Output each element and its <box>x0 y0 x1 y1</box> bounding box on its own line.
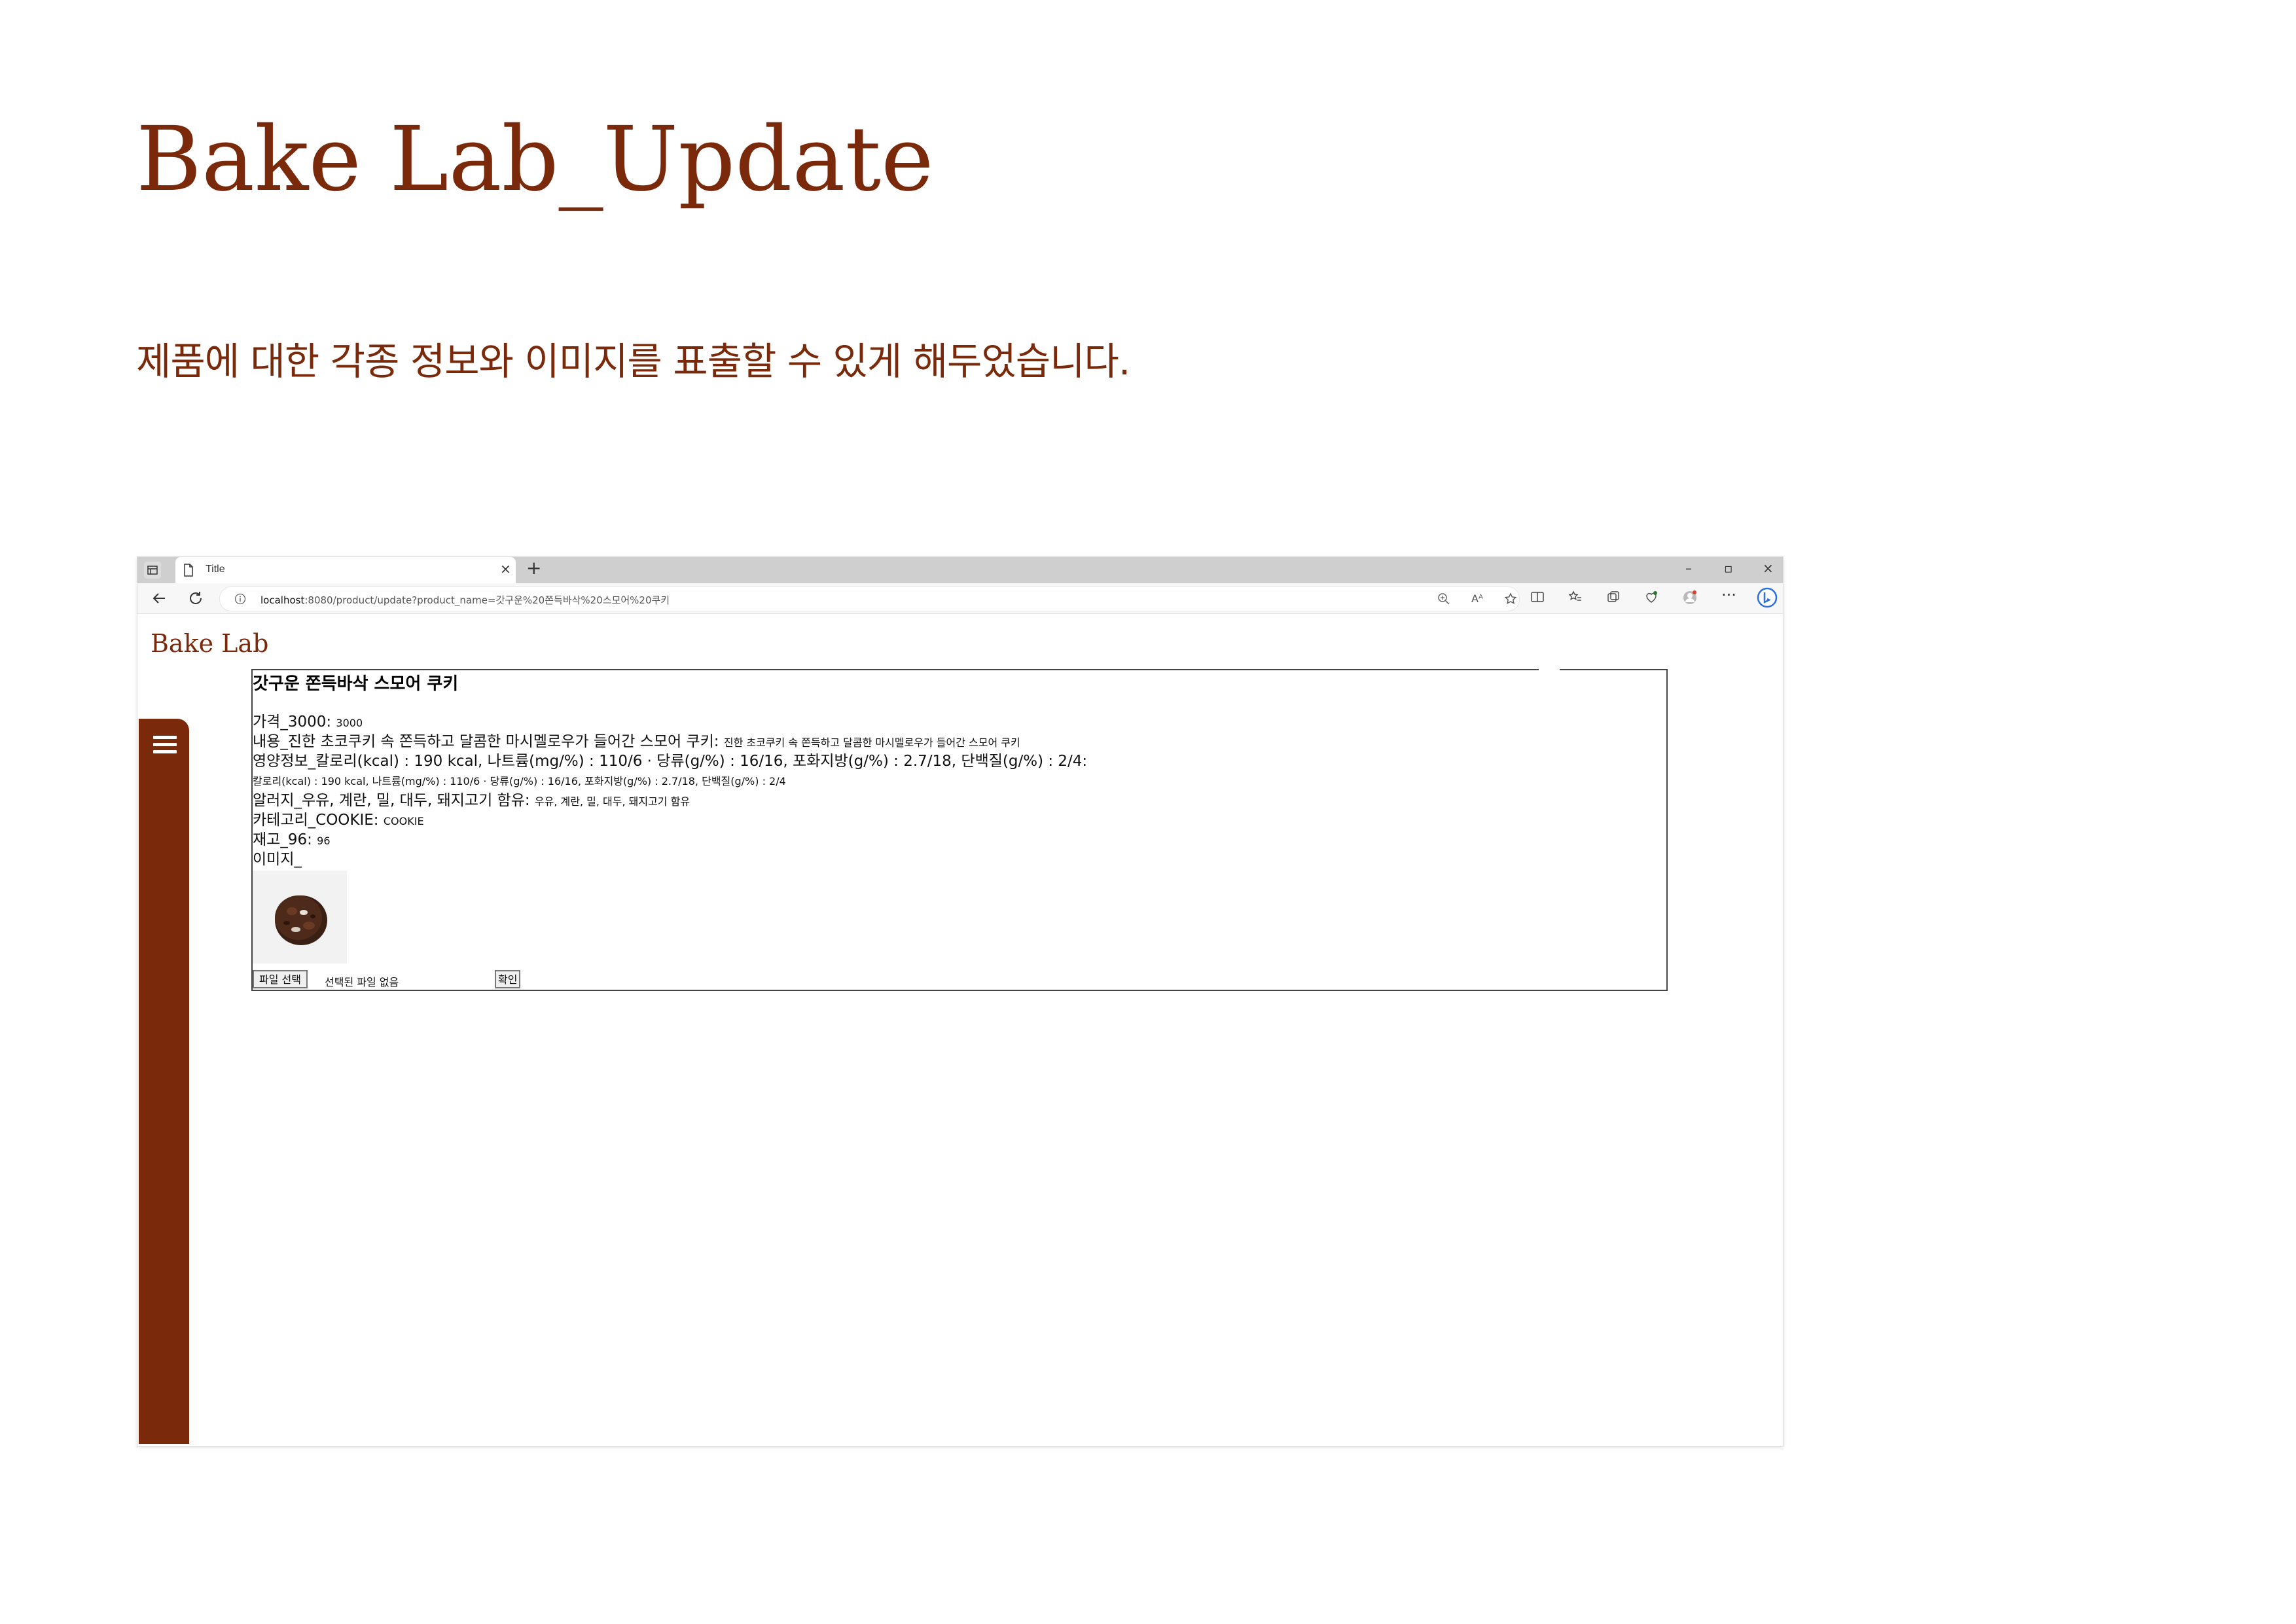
url-text: localhost:8080/product/update?product_na… <box>260 593 670 607</box>
product-update-form: 갓구운 쫀득바삭 스모어 쿠키 가격_3000: 3000 내용_진한 초코쿠키… <box>251 668 1668 991</box>
web-page: Bake Lab 갓구운 쫀득바삭 스모어 쿠키 가격_3000: 3000 내… <box>137 614 1783 1446</box>
tab-title: Title <box>206 564 225 575</box>
image-label: 이미지_ <box>253 851 302 868</box>
new-tab-icon[interactable]: + <box>526 559 541 577</box>
collections-icon[interactable] <box>1606 590 1621 604</box>
zoom-icon[interactable] <box>1437 592 1450 605</box>
confirm-button[interactable]: 확인 <box>495 970 521 988</box>
tab-actions-button[interactable] <box>144 562 161 579</box>
nutrition-label: 영양정보_칼로리(kcal) : 190 kcal, 나트륨(mg/%) : 1… <box>253 753 1088 770</box>
browser-tab[interactable]: Title × <box>175 557 516 583</box>
price-field: 가격_3000: 3000 <box>253 715 363 730</box>
address-bar[interactable]: localhost:8080/product/update?product_na… <box>219 586 1520 611</box>
category-field: 카테고리_COOKIE: COOKIE <box>253 813 424 828</box>
split-screen-icon[interactable] <box>1530 590 1545 604</box>
stock-label: 재고_96: <box>253 831 317 848</box>
refresh-icon[interactable] <box>187 590 204 607</box>
category-label: 카테고리_COOKIE: <box>253 812 384 829</box>
allergy-label: 알러지_우유, 계란, 밀, 대두, 돼지고기 함유: <box>253 792 535 809</box>
cookie-image <box>275 895 327 945</box>
stock-value: 96 <box>317 835 331 847</box>
profile-avatar-icon[interactable] <box>1682 590 1698 605</box>
category-value: COOKIE <box>383 815 424 827</box>
minimize-icon[interactable]: – <box>1685 562 1692 575</box>
product-image <box>253 871 347 964</box>
slide-title: Bake Lab_Update <box>136 108 934 211</box>
restore-icon[interactable]: ▫ <box>1724 562 1733 575</box>
more-options-icon[interactable]: ··· <box>1721 586 1736 604</box>
close-window-icon[interactable]: × <box>1763 562 1774 575</box>
hamburger-menu-icon[interactable] <box>153 736 177 755</box>
content-value: 진한 초코쿠키 속 쫀득하고 달콤한 마시멜로우가 들어간 스모어 쿠키 <box>723 736 1020 749</box>
brand-logo[interactable]: Bake Lab <box>151 629 268 658</box>
url-host: localhost <box>260 594 305 606</box>
nutrition-field: 영양정보_칼로리(kcal) : 190 kcal, 나트륨(mg/%) : 1… <box>253 754 1087 769</box>
content-label: 내용_진한 초코쿠키 속 쫀득하고 달콤한 마시멜로우가 들어간 스모어 쿠키: <box>253 733 724 750</box>
favorite-star-icon[interactable] <box>1504 592 1517 605</box>
sidebar <box>139 719 189 1444</box>
allergy-value: 우유, 계란, 밀, 대두, 돼지고기 함유 <box>534 795 691 808</box>
browser-toolbar: localhost:8080/product/update?product_na… <box>137 583 1783 614</box>
file-status-text: 선택된 파일 없음 <box>325 976 399 988</box>
url-path: :8080/product/update?product_name=갓구운%20… <box>304 594 670 606</box>
tab-bar: Title × + – ▫ × <box>137 557 1783 583</box>
back-arrow-icon[interactable] <box>151 590 168 607</box>
stock-field: 재고_96: 96 <box>253 833 331 848</box>
document-icon <box>184 564 193 577</box>
favorites-icon[interactable] <box>1568 590 1583 604</box>
read-aloud-icon[interactable]: Aᴬ <box>1471 592 1483 605</box>
tab-close-icon[interactable]: × <box>500 562 511 575</box>
content-field: 내용_진한 초코쿠키 속 쫀득하고 달콤한 마시멜로우가 들어간 스모어 쿠키:… <box>253 734 1020 749</box>
browser-essentials-icon[interactable] <box>1644 590 1659 604</box>
slide-subtitle: 제품에 대한 각종 정보와 이미지를 표출할 수 있게 해두었습니다. <box>136 339 1130 384</box>
price-label: 가격_3000: <box>253 713 336 731</box>
price-value: 3000 <box>336 717 363 729</box>
info-icon[interactable] <box>234 593 246 605</box>
bing-copilot-icon[interactable] <box>1757 587 1778 608</box>
product-name: 갓구운 쫀득바삭 스모어 쿠키 <box>253 674 459 694</box>
nutrition-value: 칼로리(kcal) : 190 kcal, 나트륨(mg/%) : 110/6 … <box>253 775 786 787</box>
tab-actions-icon <box>147 566 158 575</box>
choose-file-button[interactable]: 파일 선택 <box>253 970 308 988</box>
browser-window: Title × + – ▫ × localhost:8080/product/u… <box>137 556 1784 1447</box>
allergy-field: 알러지_우유, 계란, 밀, 대두, 돼지고기 함유: 우유, 계란, 밀, 대… <box>253 793 690 808</box>
